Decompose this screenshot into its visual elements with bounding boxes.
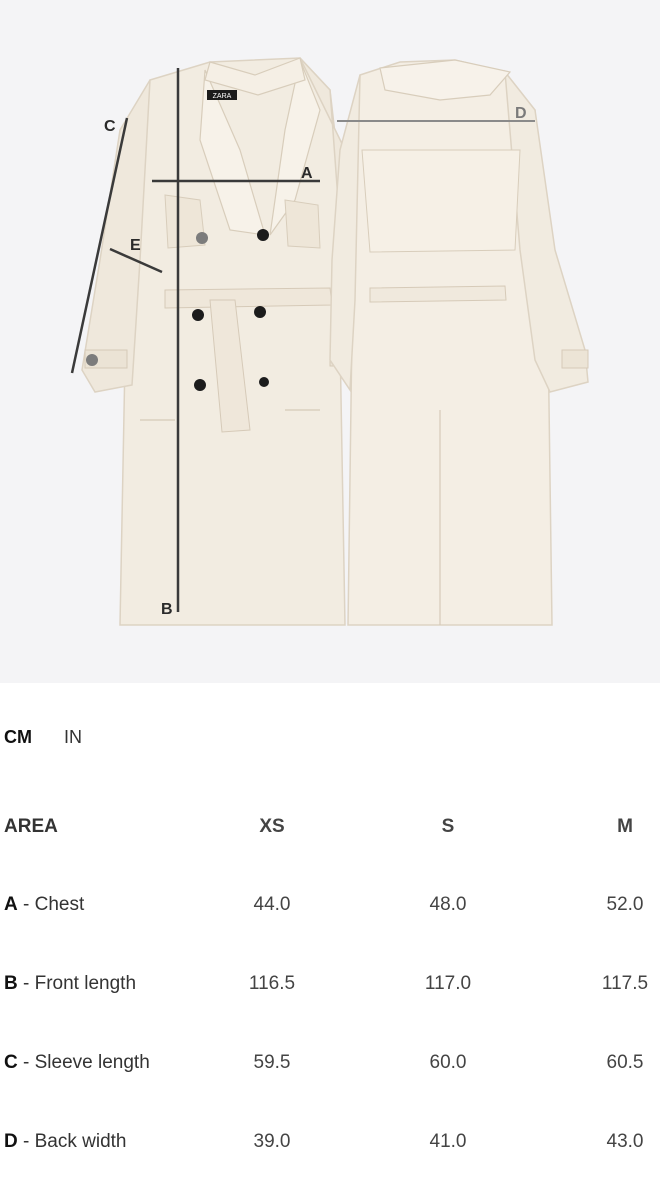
table-cell: 59.5 [253,1052,291,1073]
row-name: - Front length [17,973,137,994]
table-cell: 48.0 [429,894,467,915]
row-code: B [4,973,18,994]
table-cell: 44.0 [253,894,291,915]
row-code: D [4,1131,18,1152]
row-name: - Back width [17,1131,127,1152]
column-header-area: AREA [4,816,58,837]
column-header-s: S [441,816,455,837]
table-cell: 60.5 [606,1052,644,1073]
table-cell: 39.0 [253,1131,291,1152]
row-code: C [4,1052,18,1073]
row-label-chest: A - Chest [4,894,84,916]
table-cell: 43.0 [606,1131,644,1152]
row-name: - Sleeve length [17,1052,150,1073]
table-cell: 117.5 [601,973,649,994]
size-table: AREA XS S M A - Chest 44.0 48.0 52.0 B -… [0,0,660,1200]
row-name: - Chest [17,894,85,915]
row-code: A [4,894,18,915]
column-header-xs: XS [259,816,285,837]
table-cell: 117.0 [424,973,472,994]
table-cell: 52.0 [606,894,644,915]
table-cell: 60.0 [429,1052,467,1073]
row-label-sleeve-length: C - Sleeve length [4,1052,150,1074]
row-label-back-width: D - Back width [4,1131,127,1153]
column-header-m: M [617,816,633,837]
row-label-front-length: B - Front length [4,973,136,995]
table-cell: 41.0 [429,1131,467,1152]
table-cell: 116.5 [248,973,296,994]
